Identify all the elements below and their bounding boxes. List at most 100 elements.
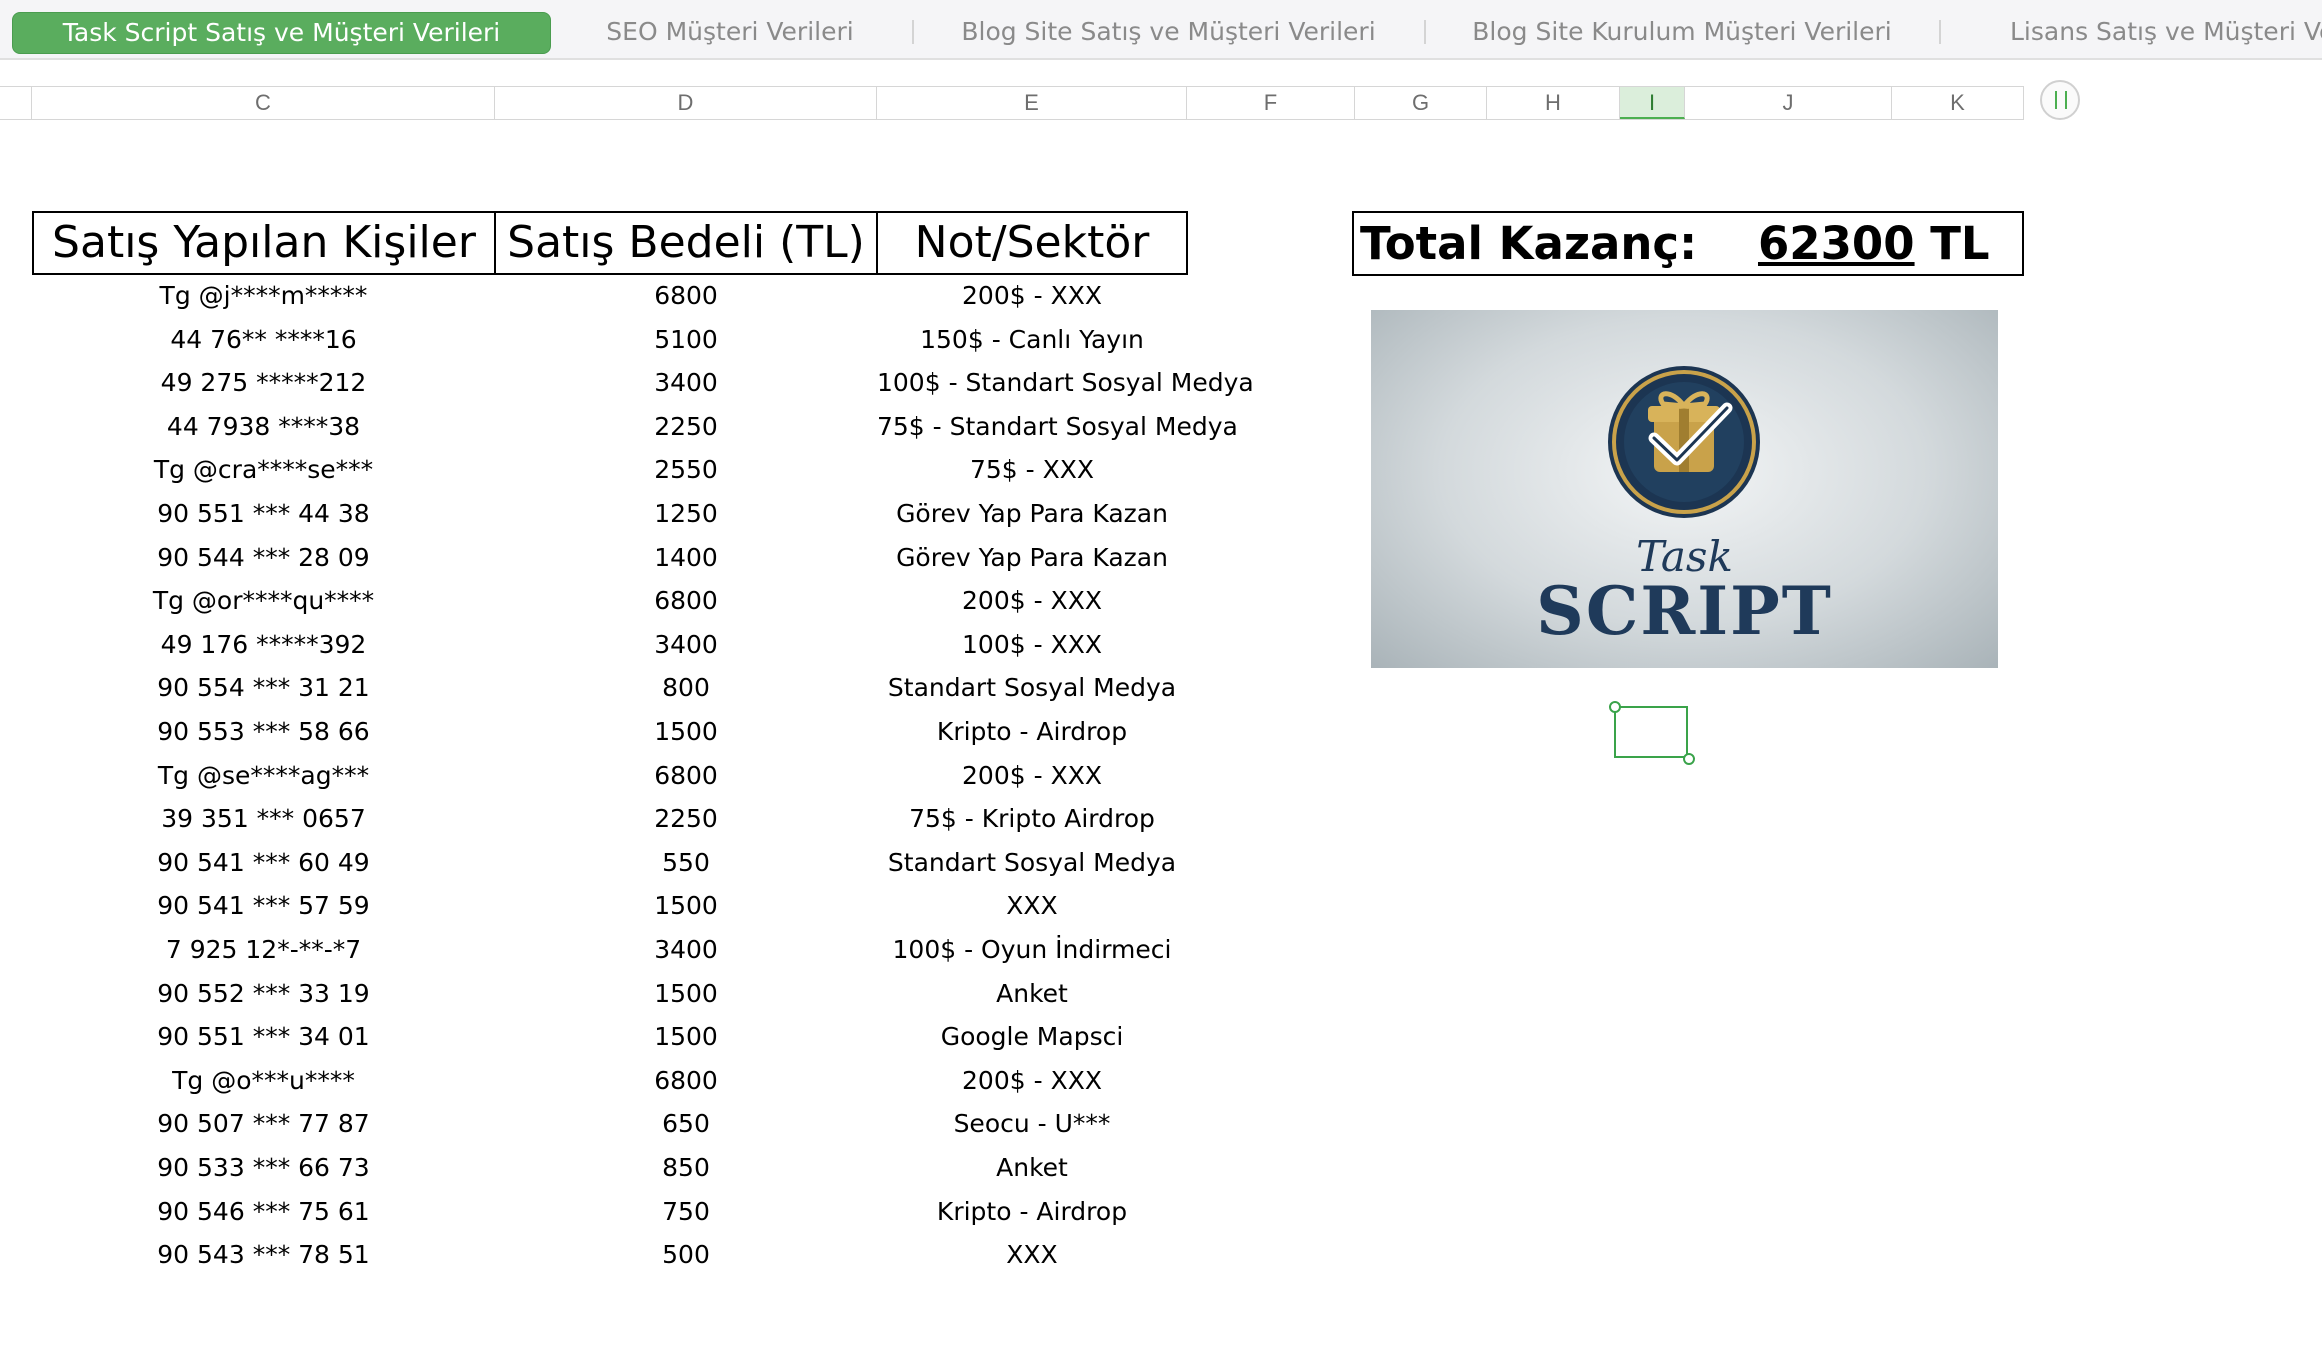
- total-earnings-box[interactable]: Total Kazanç: 62300 TL: [1352, 211, 2024, 276]
- cell-kisi[interactable]: 90 541 *** 60 49: [32, 841, 495, 885]
- cell-kisi[interactable]: 90 546 *** 75 61: [32, 1190, 495, 1234]
- cell-bedel[interactable]: 2550: [495, 448, 877, 492]
- selection-handle-top-left[interactable]: [1609, 701, 1621, 713]
- cell-bedel[interactable]: 850: [495, 1146, 877, 1190]
- cell-kisi[interactable]: Tg @se****ag***: [32, 754, 495, 798]
- cell-not[interactable]: Standart Sosyal Medya: [877, 841, 1187, 885]
- cell-bedel[interactable]: 6800: [495, 579, 877, 623]
- total-value: 62300 TL: [1758, 213, 1990, 274]
- column-header-j[interactable]: J: [1685, 87, 1892, 119]
- sheet-tab-bar: Task Script Satış ve Müşteri Verileri SE…: [0, 0, 2322, 60]
- cell-kisi[interactable]: 90 541 *** 57 59: [32, 884, 495, 928]
- column-header-row: C D E F G H I J K: [0, 86, 2024, 120]
- cell-not[interactable]: 200$ - XXX: [877, 274, 1187, 318]
- cell-bedel[interactable]: 1500: [495, 710, 877, 754]
- cell-not[interactable]: Google Mapsci: [877, 1015, 1187, 1059]
- cell-not[interactable]: 200$ - XXX: [877, 579, 1187, 623]
- cell-kisi[interactable]: 90 544 *** 28 09: [32, 536, 495, 580]
- total-label: Total Kazanç:: [1360, 217, 1698, 270]
- cell-kisi[interactable]: 49 275 *****212: [32, 361, 495, 405]
- cell-kisi[interactable]: 44 76** ****16: [32, 318, 495, 362]
- cell-kisi[interactable]: Tg @j****m*****: [32, 274, 495, 318]
- cell-kisi[interactable]: 44 7938 ****38: [32, 405, 495, 449]
- cell-not[interactable]: 75$ - Standart Sosyal Medya: [877, 405, 1238, 449]
- cell-bedel[interactable]: 750: [495, 1190, 877, 1234]
- cell-bedel[interactable]: 1250: [495, 492, 877, 536]
- column-header-d[interactable]: D: [495, 87, 877, 119]
- cell-bedel[interactable]: 3400: [495, 928, 877, 972]
- cell-kisi[interactable]: 90 543 *** 78 51: [32, 1233, 495, 1277]
- column-header-k[interactable]: K: [1892, 87, 2024, 119]
- cell-not[interactable]: Seocu - U***: [877, 1102, 1187, 1146]
- column-header-b[interactable]: [0, 87, 32, 119]
- header-satis-bedeli[interactable]: Satış Bedeli (TL): [494, 211, 878, 275]
- cell-bedel[interactable]: 650: [495, 1102, 877, 1146]
- cell-not[interactable]: 150$ - Canlı Yayın: [877, 318, 1187, 362]
- cell-bedel[interactable]: 1400: [495, 536, 877, 580]
- cell-bedel[interactable]: 800: [495, 666, 877, 710]
- cell-bedel[interactable]: 3400: [495, 361, 877, 405]
- cell-selection-box[interactable]: [1614, 706, 1688, 758]
- tab-blog-site-satis[interactable]: Blog Site Satış ve Müşteri Verileri: [946, 12, 1391, 52]
- cell-not[interactable]: Standart Sosyal Medya: [877, 666, 1187, 710]
- cell-bedel[interactable]: 1500: [495, 884, 877, 928]
- cell-not[interactable]: 100$ - Oyun İndirmeci: [877, 928, 1187, 972]
- cell-kisi[interactable]: 90 507 *** 77 87: [32, 1102, 495, 1146]
- cell-kisi[interactable]: 7 925 12*-**-*7: [32, 928, 495, 972]
- column-header-i[interactable]: I: [1620, 87, 1685, 119]
- cell-kisi[interactable]: 90 554 *** 31 21: [32, 666, 495, 710]
- cell-not[interactable]: Kripto - Airdrop: [877, 710, 1187, 754]
- cell-not[interactable]: Anket: [877, 972, 1187, 1016]
- pause-icon: [2055, 91, 2067, 109]
- cell-kisi[interactable]: 90 551 *** 44 38: [32, 492, 495, 536]
- cell-kisi[interactable]: 90 551 *** 34 01: [32, 1015, 495, 1059]
- task-script-logo-image[interactable]: Task SCRIPT: [1371, 310, 1998, 668]
- cell-not[interactable]: 75$ - Kripto Airdrop: [877, 797, 1187, 841]
- tab-seo[interactable]: SEO Müşteri Verileri: [580, 12, 880, 52]
- tab-task-script[interactable]: Task Script Satış ve Müşteri Verileri: [12, 12, 551, 54]
- freeze-pane-button[interactable]: [2040, 80, 2080, 120]
- cell-kisi[interactable]: 90 533 *** 66 73: [32, 1146, 495, 1190]
- tab-blog-site-kurulum[interactable]: Blog Site Kurulum Müşteri Verileri: [1458, 12, 1906, 52]
- cell-not[interactable]: Görev Yap Para Kazan: [877, 536, 1187, 580]
- cell-kisi[interactable]: Tg @or****qu****: [32, 579, 495, 623]
- cell-not[interactable]: 100$ - XXX: [877, 623, 1187, 667]
- column-header-g[interactable]: G: [1355, 87, 1487, 119]
- cell-not[interactable]: Görev Yap Para Kazan: [877, 492, 1187, 536]
- logo-text-script: SCRIPT: [1536, 572, 1833, 650]
- cell-kisi[interactable]: 49 176 *****392: [32, 623, 495, 667]
- column-header-f[interactable]: F: [1187, 87, 1355, 119]
- tab-separator: [912, 20, 914, 44]
- cell-bedel[interactable]: 5100: [495, 318, 877, 362]
- selection-handle-bottom-right[interactable]: [1683, 753, 1695, 765]
- column-header-c[interactable]: C: [32, 87, 495, 119]
- cell-kisi[interactable]: 90 553 *** 58 66: [32, 710, 495, 754]
- cell-bedel[interactable]: 3400: [495, 623, 877, 667]
- cell-kisi[interactable]: Tg @o***u****: [32, 1059, 495, 1103]
- cell-not[interactable]: 200$ - XXX: [877, 754, 1187, 798]
- cell-kisi[interactable]: Tg @cra****se***: [32, 448, 495, 492]
- cell-not[interactable]: Anket: [877, 1146, 1187, 1190]
- cell-bedel[interactable]: 2250: [495, 405, 877, 449]
- cell-not[interactable]: 75$ - XXX: [877, 448, 1187, 492]
- column-header-e[interactable]: E: [877, 87, 1187, 119]
- cell-not[interactable]: Kripto - Airdrop: [877, 1190, 1187, 1234]
- column-header-h[interactable]: H: [1487, 87, 1620, 119]
- cell-bedel[interactable]: 1500: [495, 1015, 877, 1059]
- cell-not[interactable]: 100$ - Standart Sosyal Medya: [877, 361, 1254, 405]
- cell-bedel[interactable]: 6800: [495, 754, 877, 798]
- cell-bedel[interactable]: 6800: [495, 1059, 877, 1103]
- cell-not[interactable]: 200$ - XXX: [877, 1059, 1187, 1103]
- tab-lisans[interactable]: Lisans Satış ve Müşteri Ve: [1974, 12, 2322, 52]
- header-not-sektor[interactable]: Not/Sektör: [876, 211, 1188, 275]
- cell-bedel[interactable]: 550: [495, 841, 877, 885]
- cell-bedel[interactable]: 2250: [495, 797, 877, 841]
- cell-not[interactable]: XXX: [877, 1233, 1187, 1277]
- cell-bedel[interactable]: 1500: [495, 972, 877, 1016]
- cell-kisi[interactable]: 90 552 *** 33 19: [32, 972, 495, 1016]
- header-satis-yapilan-kisiler[interactable]: Satış Yapılan Kişiler: [32, 211, 496, 275]
- cell-not[interactable]: XXX: [877, 884, 1187, 928]
- cell-kisi[interactable]: 39 351 *** 0657: [32, 797, 495, 841]
- cell-bedel[interactable]: 6800: [495, 274, 877, 318]
- cell-bedel[interactable]: 500: [495, 1233, 877, 1277]
